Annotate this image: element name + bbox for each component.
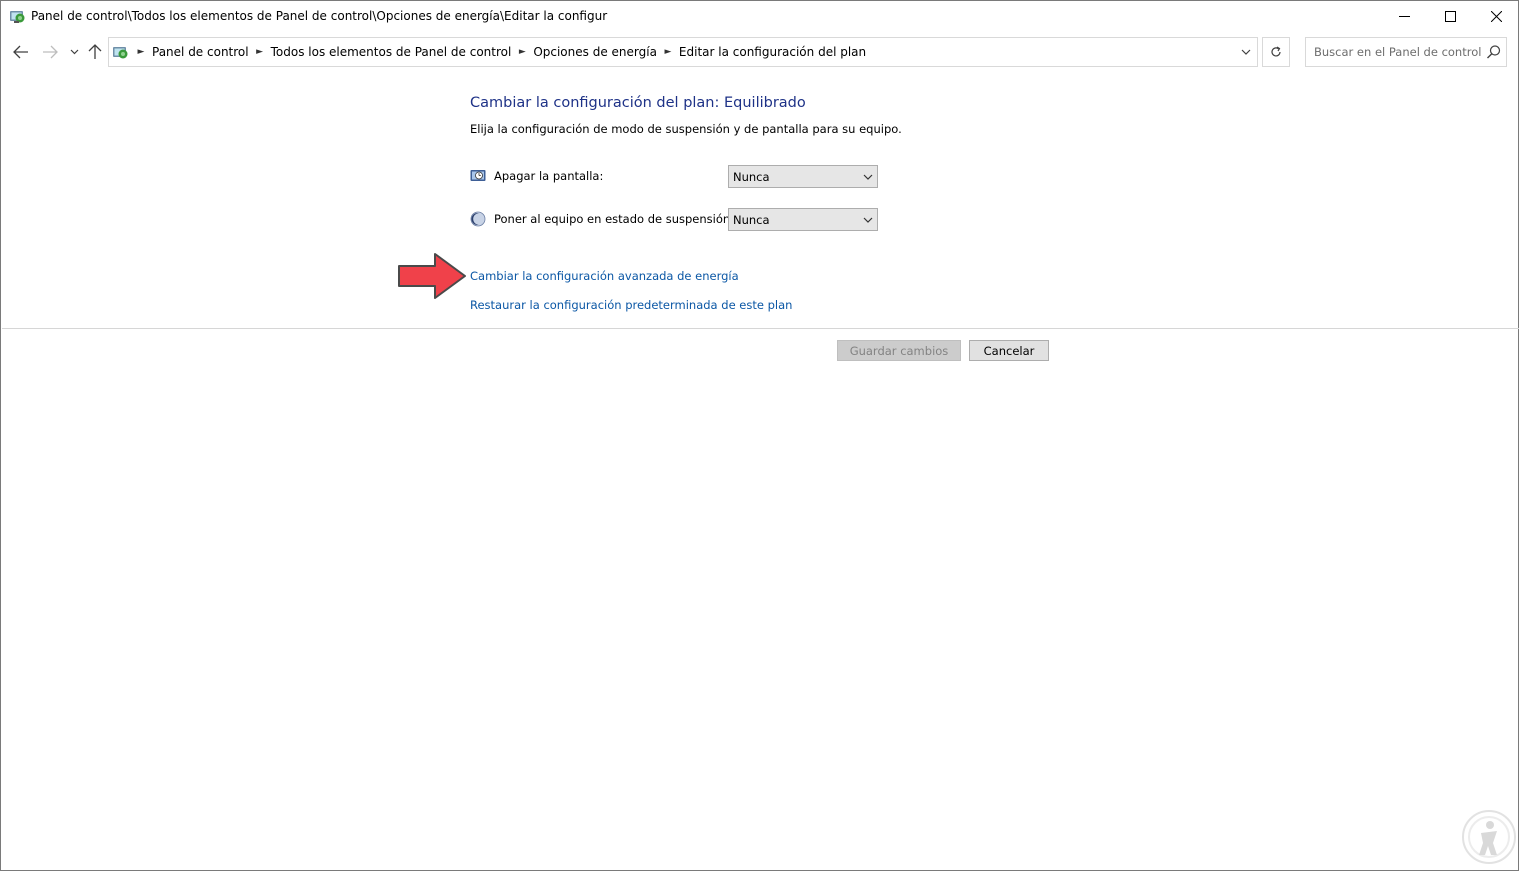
refresh-icon <box>1271 46 1281 57</box>
chevron-right-icon[interactable]: ► <box>514 47 530 57</box>
arrow-left-icon <box>13 45 28 59</box>
breadcrumb-item-power-options[interactable]: Opciones de energía <box>530 45 660 59</box>
advanced-power-settings-link[interactable]: Cambiar la configuración avanzada de ene… <box>470 269 739 283</box>
red-arrow-icon <box>398 253 466 299</box>
maximize-icon <box>1444 11 1456 22</box>
recent-locations-button[interactable] <box>67 41 81 63</box>
back-button[interactable] <box>11 41 31 63</box>
sleep-label: Poner al equipo en estado de suspensión: <box>494 212 735 226</box>
arrow-right-icon <box>43 45 58 59</box>
address-bar[interactable]: ► Panel de control ► Todos los elementos… <box>108 37 1258 67</box>
monitor-icon <box>470 168 486 184</box>
chevron-down-icon <box>70 49 78 55</box>
forward-button[interactable] <box>40 41 60 63</box>
chevron-right-icon[interactable]: ► <box>252 47 268 57</box>
minimize-icon <box>1398 16 1410 17</box>
chevron-right-icon[interactable]: ► <box>133 47 149 57</box>
cancel-button[interactable]: Cancelar <box>969 340 1049 361</box>
breadcrumb-item-all-items[interactable]: Todos los elementos de Panel de control <box>268 45 515 59</box>
screen-off-label: Apagar la pantalla: <box>494 169 604 183</box>
search-icon[interactable] <box>1486 44 1502 60</box>
navigation-bar: ► Panel de control ► Todos los elementos… <box>1 36 1518 68</box>
search-box[interactable] <box>1305 37 1507 67</box>
chevron-down-icon <box>863 174 873 180</box>
address-history-button[interactable] <box>1235 38 1257 66</box>
minimize-button[interactable] <box>1381 1 1427 32</box>
window-title: Panel de control\Todos los elementos de … <box>31 9 608 23</box>
page-title: Cambiar la configuración del plan: Equil… <box>470 95 806 111</box>
divider <box>2 328 1519 329</box>
close-icon <box>1490 11 1502 22</box>
close-button[interactable] <box>1473 1 1519 32</box>
screen-off-value: Nunca <box>733 169 770 184</box>
save-changes-button[interactable]: Guardar cambios <box>837 340 961 361</box>
control-panel-icon <box>112 44 129 61</box>
maximize-button[interactable] <box>1427 1 1473 32</box>
title-bar[interactable]: Panel de control\Todos los elementos de … <box>1 1 1518 32</box>
chevron-down-icon <box>863 217 873 223</box>
watermark-logo-icon <box>1462 810 1516 864</box>
breadcrumb-item-edit-plan[interactable]: Editar la configuración del plan <box>676 45 869 59</box>
sleep-select[interactable]: Nunca <box>728 208 878 231</box>
breadcrumb: ► Panel de control ► Todos los elementos… <box>133 38 869 66</box>
chevron-right-icon[interactable]: ► <box>660 47 676 57</box>
breadcrumb-item-control-panel[interactable]: Panel de control <box>149 45 252 59</box>
chevron-down-icon <box>1241 49 1251 55</box>
sleep-value: Nunca <box>733 212 770 227</box>
refresh-button[interactable] <box>1262 37 1290 67</box>
screen-off-select[interactable]: Nunca <box>728 165 878 188</box>
arrow-up-icon <box>88 44 102 59</box>
search-input[interactable] <box>1306 38 1482 66</box>
up-button[interactable] <box>85 41 105 63</box>
control-panel-window: Panel de control\Todos los elementos de … <box>0 0 1519 871</box>
restore-defaults-link[interactable]: Restaurar la configuración predeterminad… <box>470 298 792 312</box>
page-subtitle: Elija la configuración de modo de suspen… <box>470 122 902 136</box>
control-panel-icon <box>9 8 26 25</box>
moon-icon <box>470 211 486 227</box>
